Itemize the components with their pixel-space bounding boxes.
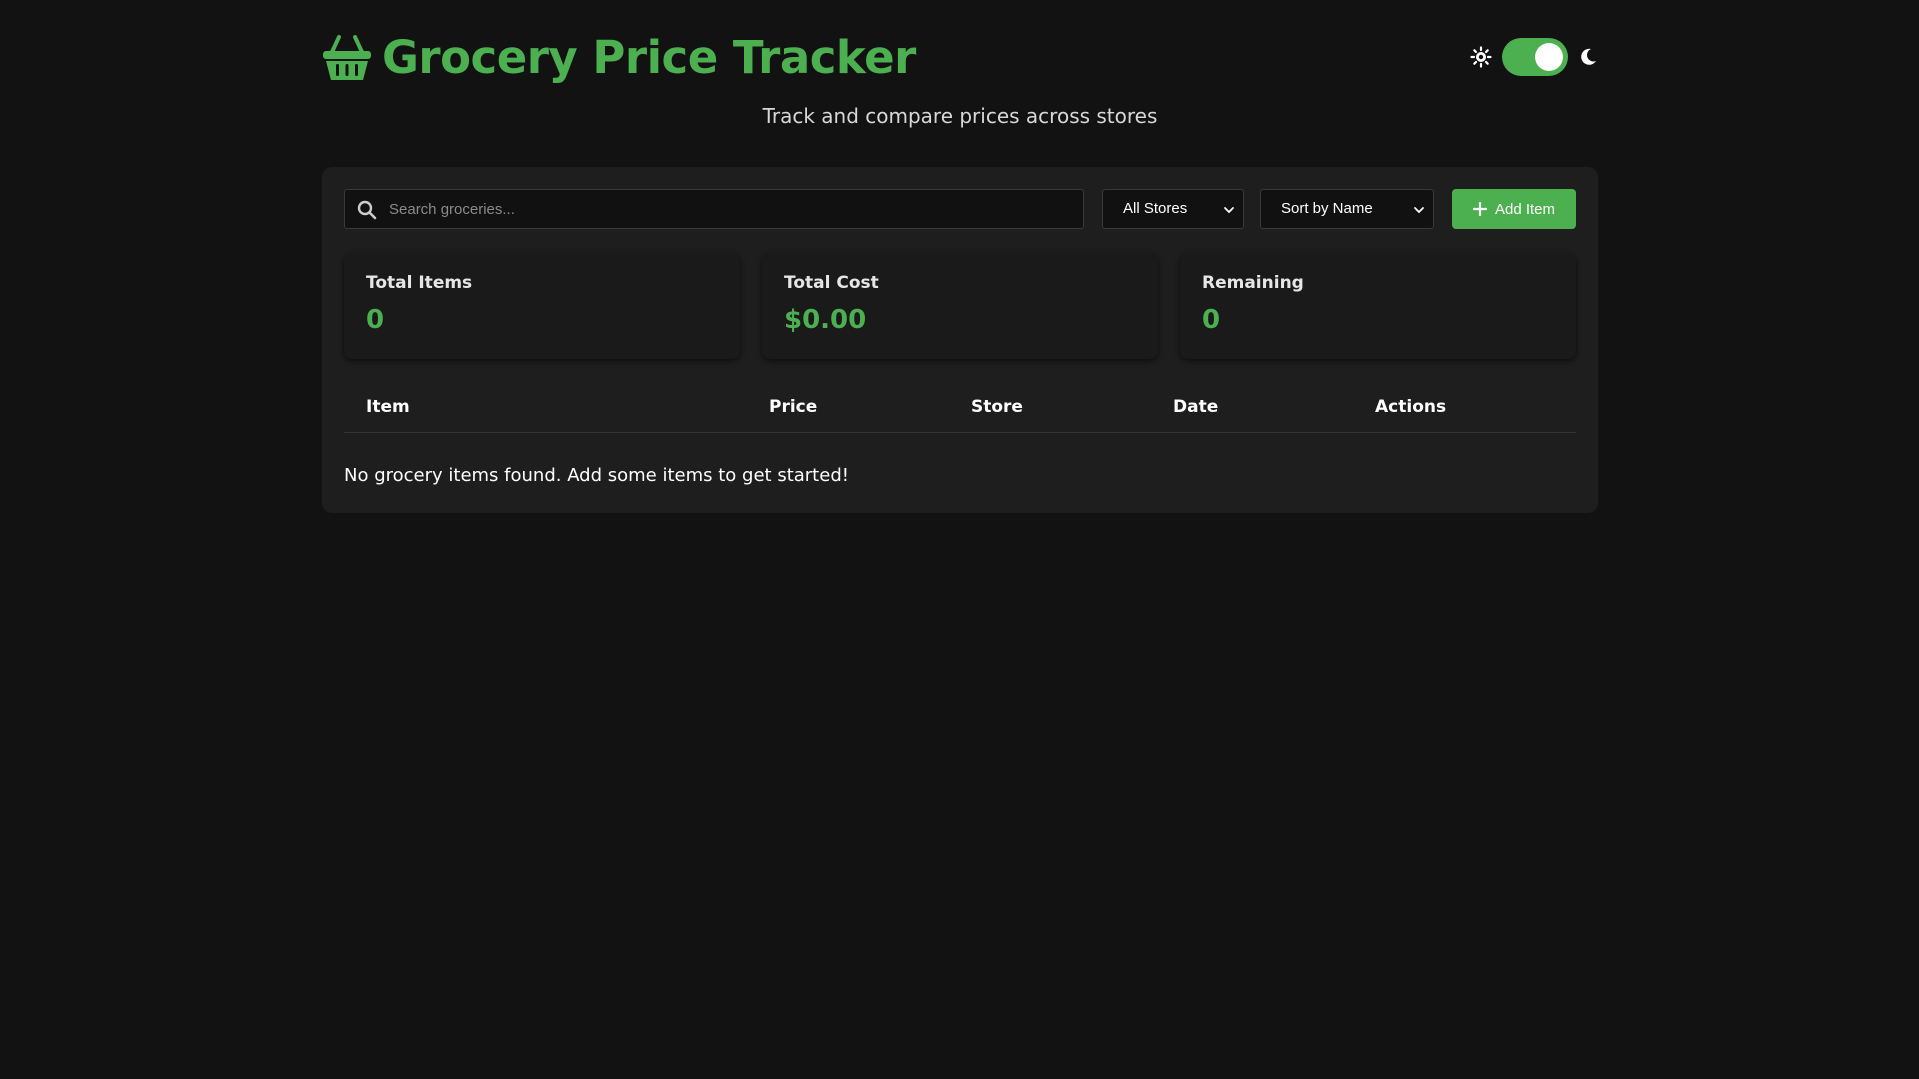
header: Grocery Price Tracker Track and compare …: [322, 0, 1598, 128]
page-title: Grocery Price Tracker: [382, 31, 916, 84]
search-icon: [357, 200, 377, 220]
sort-select[interactable]: Sort by Name: [1260, 189, 1434, 229]
stat-label: Remaining: [1202, 273, 1304, 293]
basket-icon: [323, 35, 371, 80]
stat-value: 0: [1202, 305, 1221, 335]
theme-switcher: [1470, 38, 1598, 76]
app-container: Grocery Price Tracker Track and compare …: [322, 0, 1598, 513]
stat-remaining: Remaining 0: [1180, 253, 1576, 359]
sun-icon: [1470, 46, 1492, 68]
theme-toggle[interactable]: [1502, 38, 1568, 76]
main-panel: All Stores Sort by Name Add Item: [322, 167, 1598, 513]
search-box: [344, 189, 1084, 229]
table-header: Item Price Store Date Actions: [344, 397, 1576, 433]
chevron-down-icon: [1414, 207, 1424, 214]
column-header-store[interactable]: Store: [971, 397, 1023, 417]
stat-value: 0: [366, 305, 385, 335]
chevron-down-icon: [1224, 207, 1234, 214]
column-header-date[interactable]: Date: [1173, 397, 1218, 417]
stat-label: Total Items: [366, 273, 473, 293]
empty-state-message: No grocery items found. Add some items t…: [344, 465, 849, 486]
add-item-button[interactable]: Add Item: [1452, 189, 1576, 229]
store-filter-select[interactable]: All Stores: [1102, 189, 1244, 229]
toolbar: All Stores Sort by Name Add Item: [344, 189, 1576, 229]
moon-icon: [1581, 48, 1596, 65]
store-filter-value: All Stores: [1123, 200, 1188, 217]
sort-value: Sort by Name: [1281, 200, 1373, 217]
search-input[interactable]: [389, 190, 1069, 228]
stat-total-items: Total Items 0: [344, 253, 740, 359]
column-header-actions: Actions: [1375, 397, 1447, 417]
page-subtitle: Track and compare prices across stores: [762, 104, 1158, 128]
column-header-price[interactable]: Price: [769, 397, 817, 417]
plus-icon: [1472, 202, 1487, 216]
stat-total-cost: Total Cost $0.00: [762, 253, 1158, 359]
stat-value: $0.00: [784, 305, 867, 335]
stat-label: Total Cost: [784, 273, 879, 293]
toggle-knob: [1535, 43, 1563, 71]
brand: Grocery Price Tracker: [322, 30, 916, 86]
add-item-label: Add Item: [1494, 200, 1556, 218]
column-header-item[interactable]: Item: [366, 397, 410, 417]
